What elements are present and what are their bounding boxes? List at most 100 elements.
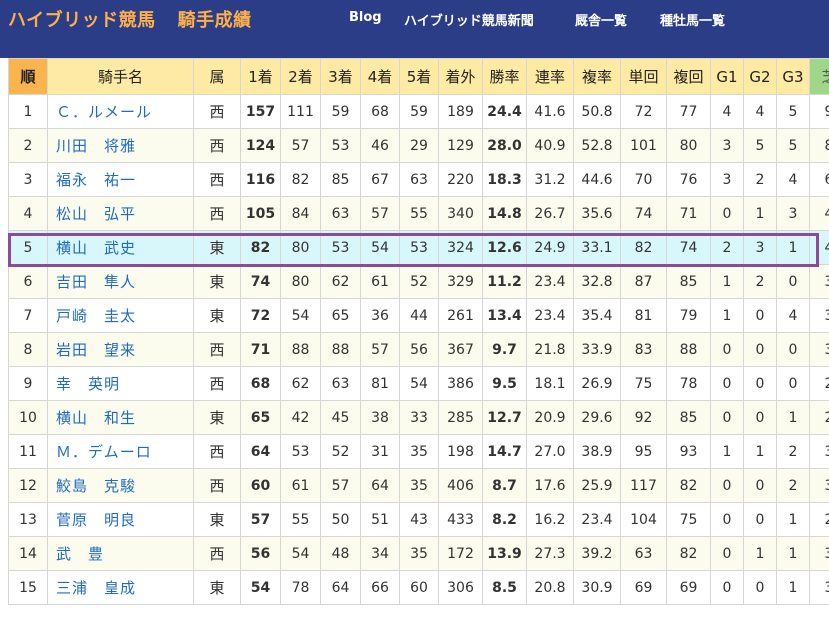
column-header-show-rate[interactable]: 複率 <box>573 58 621 95</box>
column-header-fifth[interactable]: 5着 <box>399 58 439 95</box>
nav-stables[interactable]: 厩舎一覧 <box>575 10 627 29</box>
cell-turf: 6 <box>809 162 829 197</box>
table-row[interactable]: 8岩田 望来西71888857563679.721.833.983880003 <box>8 332 829 367</box>
cell-fourth: 61 <box>360 264 400 299</box>
cell-affiliation: 西 <box>193 196 241 231</box>
table-row[interactable]: 1 Ｃ．ルメール西 157 111 59 68 59 189 24.4 41.6 50.8 72 77 4… <box>8 94 829 129</box>
jockey-name-link[interactable]: 武 豊 <box>56 545 104 563</box>
table-row[interactable]: 5横山 武史東828053545332412.624.933.182742314 <box>8 230 829 265</box>
cell-fifth: 53 <box>399 230 439 265</box>
cell-fourth: 31 <box>360 434 400 469</box>
table-row[interactable]: 14 武 豊 西565448343517213.927.339.263820113 <box>8 536 829 571</box>
column-header-win-rate[interactable]: 勝率 <box>482 58 527 95</box>
cell-quinella-rate: 18.1 <box>526 366 574 401</box>
column-header-second[interactable]: 2着 <box>280 58 321 95</box>
cell-first: 116 <box>240 162 281 197</box>
cell-turf: 2 <box>809 502 829 537</box>
cell-show-rate: 26.9 <box>573 366 621 401</box>
cell-g3: 0 <box>776 264 810 299</box>
cell-fourth: 57 <box>360 332 400 367</box>
jockey-name-link[interactable]: 横山 武史 <box>56 239 136 257</box>
table-row[interactable]: 9幸 英明西68626381543869.518.126.975780002 <box>8 366 829 401</box>
cell-g1: 0 <box>710 400 744 435</box>
cell-g1: 4 <box>710 94 744 129</box>
jockey-name-link[interactable]: Ｍ．デムーロ <box>56 443 152 461</box>
cell-win-return: 104 <box>620 502 667 537</box>
cell-show-return: 71 <box>666 196 711 231</box>
nav-sires[interactable]: 種牡馬一覧 <box>660 10 725 29</box>
jockey-name-link[interactable]: 幸 英明 <box>56 375 120 393</box>
cell-show-return: 85 <box>666 400 711 435</box>
column-header-first[interactable]: 1着 <box>240 58 281 95</box>
cell-fourth: 66 <box>360 570 400 605</box>
cell-g3: 1 <box>776 536 810 571</box>
column-header-third[interactable]: 3着 <box>320 58 361 95</box>
table-row[interactable]: 11 Ｍ．デムーロ西 64 53 52 31 35 198 14.7 27.0 38.9 95 93 1 1… <box>8 434 829 469</box>
jockey-name-link[interactable]: 菅原 明良 <box>56 511 136 529</box>
column-header-turf[interactable]: 芝 <box>809 58 829 95</box>
cell-g1: 2 <box>710 230 744 265</box>
column-header-unplaced[interactable]: 着外 <box>438 58 483 95</box>
cell-fourth: 57 <box>360 196 400 231</box>
cell-rank: 6 <box>8 264 48 299</box>
column-header-affiliation[interactable]: 属 <box>193 58 241 95</box>
cell-win-rate: 9.7 <box>482 332 527 367</box>
cell-show-rate: 39.2 <box>573 536 621 571</box>
column-header-g3[interactable]: G3 <box>776 58 810 95</box>
table-row[interactable]: 4 松山 弘平 西 105 84 63 57 55 340 14.8 26.7 35.6 74 71 0 1 3… <box>8 196 829 231</box>
table-row[interactable]: 6 吉田 隼人 東748062615232911.223.432.887851203 <box>8 264 829 299</box>
jockey-name-link[interactable]: 戸崎 圭太 <box>56 307 136 325</box>
table-row[interactable]: 13 菅原 明良東 57 55 50 51 43 433 8.2 16.2 23.4 104 75 0 0 1… <box>8 502 829 537</box>
table-row[interactable]: 12 鮫島 克駿西 60 61 57 64 35 406 8.7 17.6 25.9 117 82 0 0 2… <box>8 468 829 503</box>
table-row[interactable]: 7 戸崎 圭太 東725465364426113.423.435.481791043 <box>8 298 829 333</box>
cell-second: 84 <box>280 196 321 231</box>
jockey-name-link[interactable]: Ｃ．ルメール <box>56 103 152 121</box>
column-header-show-return[interactable]: 複回 <box>666 58 711 95</box>
jockey-name-link[interactable]: 福永 祐一 <box>56 171 136 189</box>
jockey-name-link[interactable]: 三浦 皇成 <box>56 579 136 597</box>
table-row[interactable]: 10 横山 和生東 65 42 45 38 33 285 12.7 20.9 29.6 92 85 0 0 1… <box>8 400 829 435</box>
column-header-win-return[interactable]: 単回 <box>620 58 667 95</box>
cell-g2: 0 <box>743 468 777 503</box>
cell-affiliation: 東 <box>193 298 241 333</box>
jockey-name-link[interactable]: 岩田 望来 <box>56 341 136 359</box>
jockey-name-link[interactable]: 鮫島 克駿 <box>56 477 136 495</box>
cell-first: 60 <box>240 468 281 503</box>
cell-g1: 1 <box>710 434 744 469</box>
cell-g3: 1 <box>776 230 810 265</box>
cell-quinella-rate: 20.8 <box>526 570 574 605</box>
column-header-g2[interactable]: G2 <box>743 58 777 95</box>
cell-win-return: 70 <box>620 162 667 197</box>
jockey-name-link[interactable]: 松山 弘平 <box>56 205 136 223</box>
cell-fifth: 35 <box>399 434 439 469</box>
cell-affiliation: 東 <box>193 570 241 605</box>
cell-jockey-name: Ｃ．ルメール <box>47 94 194 129</box>
column-header-g1[interactable]: G1 <box>710 58 744 95</box>
nav-newspaper[interactable]: ハイブリッド競馬新聞 <box>404 10 534 29</box>
cell-turf: 8 <box>809 128 829 163</box>
table-row[interactable]: 2 川田 将雅 西 124 57 53 46 29 129 28.0 40.9 52.8 101 80 3 5… <box>8 128 829 163</box>
cell-first: 54 <box>240 570 281 605</box>
jockey-name-link[interactable]: 吉田 隼人 <box>56 273 136 291</box>
cell-g2: 0 <box>743 366 777 401</box>
cell-show-rate: 35.4 <box>573 298 621 333</box>
cell-show-rate: 23.4 <box>573 502 621 537</box>
table-row[interactable]: 3 福永 祐一西 116 82 85 67 63 220 18.3 31.2 44.6 70 76 3 2 4… <box>8 162 829 197</box>
column-header-rank[interactable]: 順 <box>8 58 48 95</box>
jockey-name-link[interactable]: 川田 将雅 <box>56 137 136 155</box>
jockey-table-container[interactable]: 順騎手名属1着2着3着4着5着着外勝率連率複率単回複回G1G2G3芝 1 Ｃ．ルメ… <box>8 58 829 626</box>
cell-second: 111 <box>280 94 321 129</box>
cell-second: 57 <box>280 128 321 163</box>
cell-show-return: 69 <box>666 570 711 605</box>
table-row[interactable]: 15三浦 皇成東54786466603068.520.830.969690013 <box>8 570 829 605</box>
cell-fourth: 67 <box>360 162 400 197</box>
column-header-jockey-name[interactable]: 騎手名 <box>47 58 194 95</box>
cell-fourth: 51 <box>360 502 400 537</box>
column-header-quinella-rate[interactable]: 連率 <box>526 58 574 95</box>
cell-quinella-rate: 20.9 <box>526 400 574 435</box>
jockey-name-link[interactable]: 横山 和生 <box>56 409 136 427</box>
cell-quinella-rate: 40.9 <box>526 128 574 163</box>
nav-blog[interactable]: Blog <box>349 10 382 25</box>
column-header-fourth[interactable]: 4着 <box>360 58 400 95</box>
cell-show-rate: 32.8 <box>573 264 621 299</box>
